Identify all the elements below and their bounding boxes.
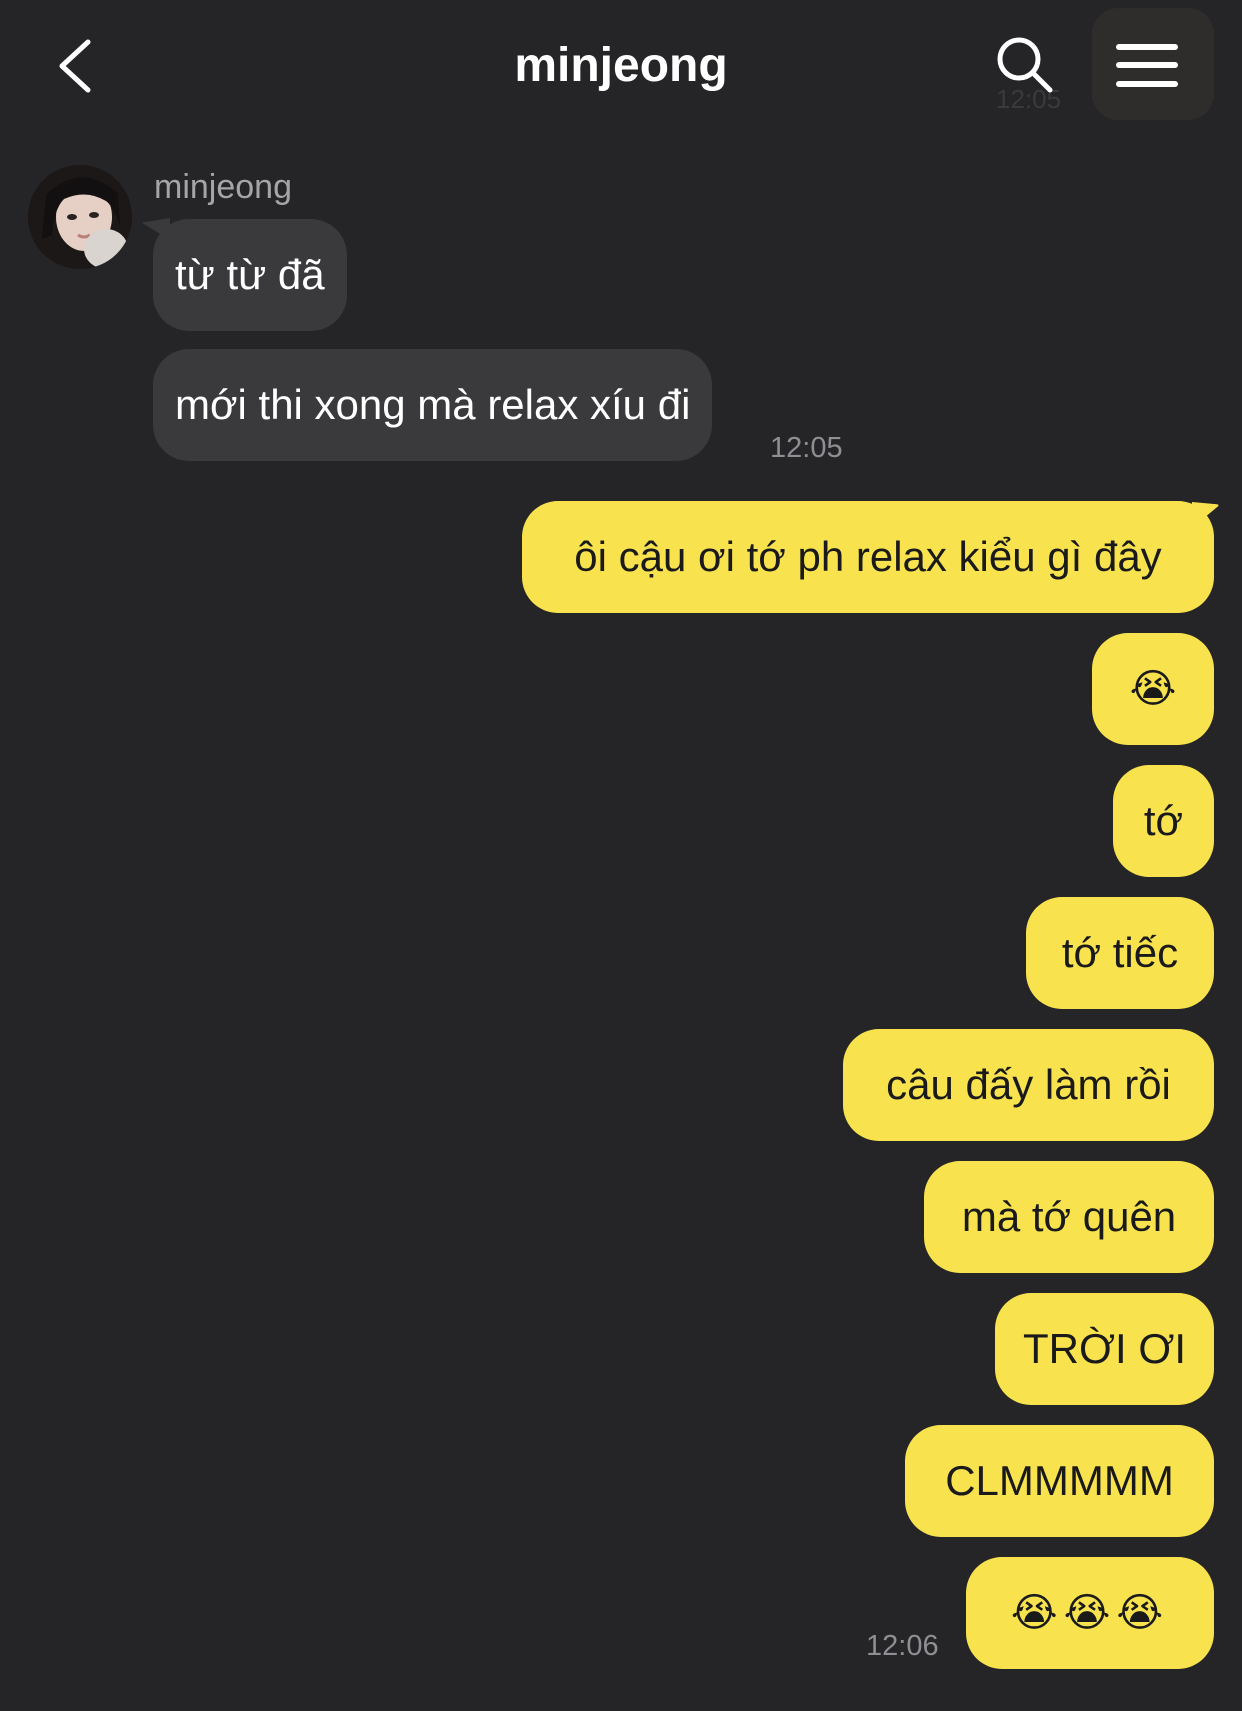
- outgoing-message[interactable]: TRỜI ƠI: [995, 1293, 1214, 1405]
- search-button[interactable]: [994, 34, 1056, 96]
- avatar[interactable]: [28, 165, 132, 269]
- incoming-message[interactable]: mới thi xong mà relax xíu đi: [153, 349, 713, 461]
- chat-header: minjeong 12:05: [0, 0, 1242, 130]
- outgoing-message[interactable]: 😭: [1092, 633, 1214, 745]
- message-timestamp: 12:05: [770, 432, 843, 464]
- menu-button[interactable]: [1092, 8, 1214, 120]
- outgoing-message[interactable]: 😭😭😭: [966, 1557, 1214, 1669]
- outgoing-message[interactable]: mà tớ quên: [924, 1161, 1214, 1273]
- incoming-message[interactable]: từ từ đã: [153, 219, 347, 331]
- outgoing-message[interactable]: câu đấy làm rồi: [843, 1029, 1214, 1141]
- search-icon: [997, 37, 1053, 93]
- outgoing-message[interactable]: tớ: [1113, 765, 1214, 877]
- sender-name: minjeong: [154, 168, 292, 206]
- message-timestamp: 12:06: [866, 1630, 939, 1662]
- outgoing-message[interactable]: ôi cậu ơi tớ ph relax kiểu gì đây: [522, 501, 1214, 613]
- outgoing-message[interactable]: CLMMMMM: [905, 1425, 1214, 1537]
- outgoing-message[interactable]: tớ tiếc: [1026, 897, 1214, 1009]
- avatar-photo: [28, 165, 132, 269]
